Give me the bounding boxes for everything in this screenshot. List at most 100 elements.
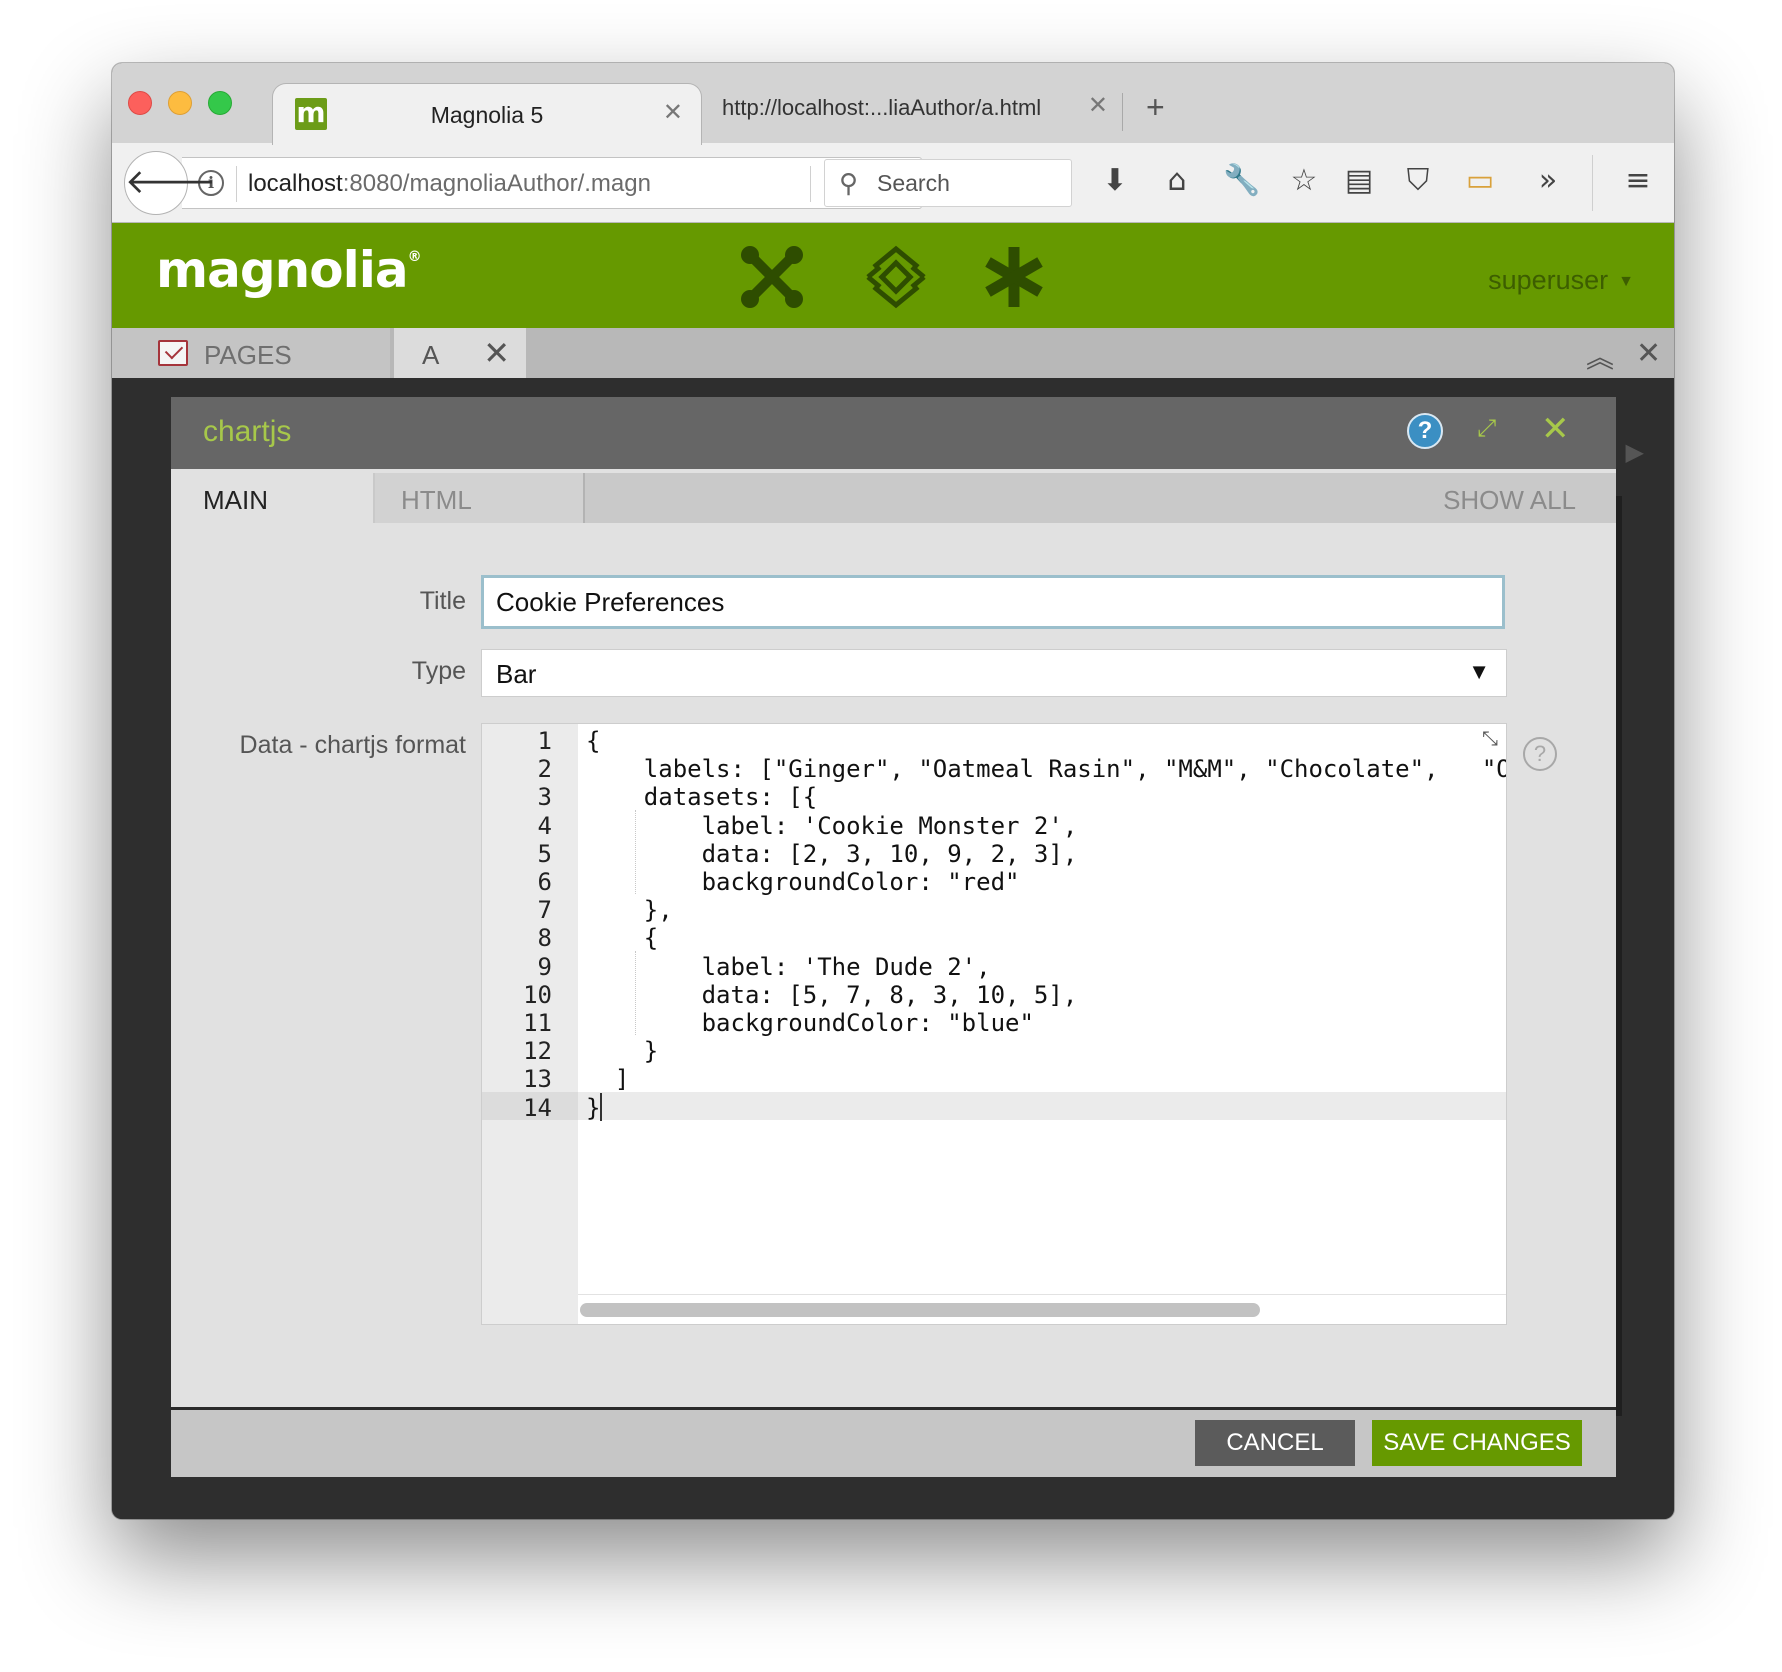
code-line-text: {	[586, 727, 601, 755]
browser-tab-localhost[interactable]: http://localhost:...liaAuthor/a.html ✕	[712, 91, 1132, 131]
line-number-gutter: 1 2 3 4 5 6 7 8 9 10 11 12 13 14	[482, 724, 578, 1324]
horizontal-scrollbar[interactable]	[578, 1294, 1506, 1324]
title-input[interactable]	[481, 575, 1505, 629]
overflow-icon[interactable]: »	[1528, 161, 1568, 201]
magnolia-header: magnolia® superuser ▼	[112, 223, 1674, 328]
text-cursor	[600, 1092, 602, 1121]
code-line[interactable]: datasets: [{	[578, 781, 1506, 812]
line-number: 9	[537, 952, 552, 981]
code-line-text: backgroundColor: "red"	[586, 868, 1020, 896]
reading-list-icon[interactable]: ▤	[1339, 161, 1379, 201]
close-tab-icon[interactable]: ✕	[663, 98, 683, 127]
line-number: 12	[523, 1037, 552, 1066]
data-label: Data - chartjs format	[239, 731, 466, 759]
code-line[interactable]: data: [5, 7, 8, 3, 10, 5],	[578, 979, 1506, 1009]
code-line-text: datasets: [{	[586, 783, 818, 812]
reload-divider	[810, 166, 811, 202]
download-icon[interactable]: ⬇	[1095, 161, 1135, 201]
code-line-text: labels: ["Ginger", "Oatmeal Rasin", "M&M…	[586, 755, 1506, 784]
pocket-icon[interactable]: ⛉	[1398, 161, 1438, 201]
minimize-window-button[interactable]	[168, 91, 192, 115]
home-icon[interactable]: ⌂	[1157, 161, 1197, 201]
browser-tab-title: http://localhost:...liaAuthor/a.html	[722, 95, 1042, 120]
app-tab-a[interactable]: A ✕	[394, 328, 526, 378]
code-line[interactable]: }	[578, 1091, 1506, 1122]
close-tab-icon[interactable]: ✕	[1088, 91, 1108, 120]
code-line[interactable]: },	[578, 894, 1506, 925]
maximize-window-button[interactable]	[208, 91, 232, 115]
chartjs-dialog: chartjs ? ⤢ ✕ MAIN HTML SHOW ALL Title T…	[171, 397, 1616, 1477]
tab-main[interactable]: MAIN	[171, 473, 373, 523]
line-number: 4	[537, 811, 552, 840]
type-label: Type	[411, 657, 466, 685]
code-line[interactable]: data: [2, 3, 10, 9, 2, 3],	[578, 838, 1506, 868]
show-all-button[interactable]: SHOW ALL	[1443, 473, 1576, 523]
close-window-button[interactable]	[128, 91, 152, 115]
registered-mark: ®	[407, 249, 422, 265]
wrench-icon[interactable]: 🔧	[1222, 161, 1262, 201]
code-line[interactable]: {	[578, 922, 1506, 953]
code-line-text: }	[586, 1037, 659, 1066]
code-line[interactable]: labels: ["Ginger", "Oatmeal Rasin", "M&M…	[578, 753, 1506, 784]
line-number: 5	[537, 839, 552, 868]
code-line[interactable]: ]	[578, 1063, 1506, 1093]
url-path: :8080/magnoliaAuthor/.magn	[342, 170, 651, 197]
favorites-icon[interactable]	[982, 245, 1046, 309]
code-line[interactable]: }	[578, 1035, 1506, 1066]
code-line-text: {	[586, 924, 659, 953]
url-host: localhost	[248, 170, 343, 197]
tab-html[interactable]: HTML	[375, 473, 585, 523]
browser-toolbar: i localhost:8080/magnoliaAuthor/.magn ⟳ …	[112, 143, 1674, 223]
dialog-header: chartjs ? ⤢ ✕	[171, 397, 1616, 469]
apps-launcher-icon[interactable]	[740, 245, 804, 309]
back-button[interactable]: 🡐	[124, 151, 216, 215]
code-line[interactable]: label: 'The Dude 2',	[578, 951, 1506, 981]
screenshot-icon[interactable]: ▭	[1460, 161, 1500, 201]
line-number: 8	[537, 924, 552, 953]
app-tab-label: A	[422, 340, 440, 370]
scrollbar-thumb[interactable]	[580, 1303, 1260, 1317]
line-number: 11	[523, 1009, 552, 1037]
browser-tab-magnolia[interactable]: m Magnolia 5 ✕	[272, 83, 702, 145]
url-bar[interactable]: i localhost:8080/magnoliaAuthor/.magn ⟳	[182, 157, 922, 209]
app-tab-pages[interactable]: PAGES	[112, 328, 390, 378]
expand-icon[interactable]: ⤢	[1477, 415, 1496, 443]
code-editor[interactable]: 1 2 3 4 5 6 7 8 9 10 11 12 13 14 { labels: ["Ginger",…	[481, 723, 1507, 1325]
collapse-icon[interactable]: ︽	[1586, 336, 1614, 376]
code-line[interactable]: backgroundColor: "blue"	[578, 1007, 1506, 1037]
close-icon[interactable]: ✕	[483, 334, 510, 372]
line-number: 7	[537, 896, 552, 925]
close-app-icon[interactable]: ✕	[1636, 336, 1661, 371]
line-number: 6	[537, 868, 552, 896]
code-line[interactable]: label: 'Cookie Monster 2',	[578, 810, 1506, 840]
app-tab-bar: PAGES A ✕ ︽ ✕	[112, 328, 1674, 378]
pulse-icon[interactable]	[864, 245, 928, 309]
magnolia-logo[interactable]: magnolia®	[156, 241, 422, 299]
save-changes-button[interactable]: SAVE CHANGES	[1372, 1420, 1582, 1466]
help-icon[interactable]: ?	[1407, 413, 1443, 449]
type-select[interactable]: Bar ▼	[481, 649, 1507, 697]
new-tab-button[interactable]: +	[1146, 91, 1165, 123]
indent-guide	[635, 950, 636, 1036]
code-line[interactable]: {	[578, 725, 1506, 755]
user-menu[interactable]: superuser ▼	[1488, 265, 1634, 296]
expand-editor-icon[interactable]: ⤡	[1482, 728, 1498, 751]
code-line-text: data: [2, 3, 10, 9, 2, 3],	[586, 839, 1078, 868]
search-input[interactable]: ⚲ Search	[824, 159, 1072, 207]
dialog-tabs: MAIN HTML SHOW ALL	[171, 473, 1616, 523]
code-line-text: label: 'The Dude 2',	[586, 952, 991, 981]
field-help-icon[interactable]: ?	[1523, 737, 1557, 771]
type-selected-value: Bar	[496, 659, 537, 689]
menu-icon[interactable]: ≡	[1618, 161, 1658, 201]
line-number: 14	[523, 1093, 552, 1122]
code-area[interactable]: { labels: ["Ginger", "Oatmeal Rasin", "M…	[578, 724, 1506, 1294]
code-line[interactable]: backgroundColor: "red"	[578, 866, 1506, 896]
cancel-button[interactable]: CANCEL	[1195, 1420, 1355, 1466]
star-icon[interactable]: ☆	[1284, 161, 1324, 201]
browser-tab-title: Magnolia 5	[430, 102, 544, 128]
line-number: 13	[523, 1065, 552, 1094]
close-icon[interactable]: ✕	[1541, 409, 1570, 449]
dialog-title: chartjs	[203, 415, 292, 448]
code-line-text: },	[586, 896, 673, 925]
url-text[interactable]: localhost:8080/magnoliaAuthor/.magn	[248, 170, 651, 198]
